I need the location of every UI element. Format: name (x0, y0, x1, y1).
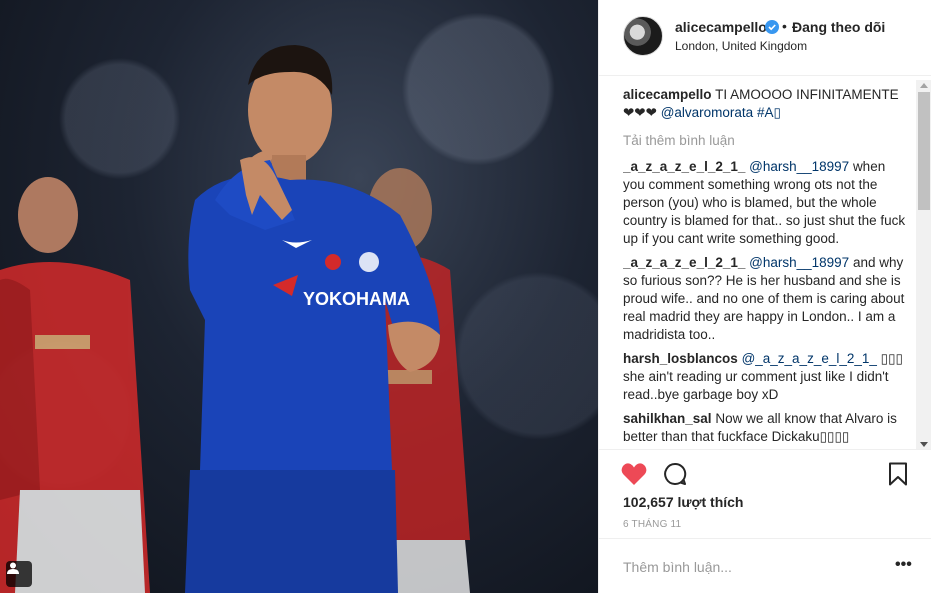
heart-icon[interactable] (621, 462, 647, 486)
verified-badge-icon (765, 20, 779, 34)
post-date[interactable]: 6 THÁNG 11 (623, 519, 681, 530)
post-sidebar: alicecampello • Đang theo dõi London, Un… (598, 0, 931, 593)
comment-mention[interactable]: @_a_z_a_z_e_l_2_1_ (742, 351, 877, 366)
comments-scrollbar[interactable] (916, 80, 931, 450)
caption-mention[interactable]: @alvaromorata (661, 105, 754, 120)
author-username[interactable]: alicecampello (675, 19, 767, 35)
post-photo[interactable]: YOKOHAMA (0, 0, 598, 593)
post-header: alicecampello • Đang theo dõi London, Un… (599, 0, 931, 76)
comment-username[interactable]: _a_z_a_z_e_l_2_1_ (623, 159, 745, 174)
likes-count[interactable]: 102,657 lượt thích (623, 494, 743, 510)
comment-username[interactable]: harsh_losblancos (623, 351, 738, 366)
post-location[interactable]: London, United Kingdom (675, 39, 807, 53)
comment-input[interactable] (623, 557, 873, 577)
caption: alicecampello TI AMOOOO INFINITAMENTE ❤❤… (623, 86, 909, 122)
comment-item: harsh_losblancos @_a_z_a_z_e_l_2_1_ ▯▯▯ … (623, 350, 909, 404)
follow-status-button[interactable]: Đang theo dõi (792, 19, 885, 35)
bookmark-icon[interactable] (888, 462, 908, 486)
caption-hashtag[interactable]: #A▯ (757, 105, 781, 120)
comment-item: _a_z_a_z_e_l_2_1_ @harsh__18997 when you… (623, 158, 909, 248)
more-options-icon[interactable]: ••• (895, 556, 912, 574)
add-comment-bar: ••• (599, 538, 931, 593)
comment-username[interactable]: _a_z_a_z_e_l_2_1_ (623, 255, 745, 270)
scroll-down-arrow-icon[interactable] (920, 442, 928, 447)
scroll-up-arrow-icon[interactable] (920, 83, 928, 88)
post-actions (599, 449, 931, 499)
caption-username[interactable]: alicecampello (623, 87, 712, 102)
comment-item: sahilkhan_sal Now we all know that Alvar… (623, 410, 909, 446)
user-tag-icon (7, 562, 19, 574)
comment-username[interactable]: sahilkhan_sal (623, 411, 712, 426)
comment-mention[interactable]: @harsh__18997 (749, 159, 849, 174)
comments-list: alicecampello TI AMOOOO INFINITAMENTE ❤❤… (623, 86, 909, 448)
load-more-comments[interactable]: Tải thêm bình luận (623, 132, 909, 150)
left-player-figure (0, 177, 150, 593)
comment-mention[interactable]: @harsh__18997 (749, 255, 849, 270)
scrollbar-thumb[interactable] (918, 92, 930, 210)
sponsor-text: YOKOHAMA (303, 289, 410, 309)
user-tag-button[interactable] (6, 561, 32, 587)
photo-scene: YOKOHAMA (0, 45, 470, 593)
separator-dot: • (782, 18, 787, 34)
comment-bubble-icon[interactable] (663, 462, 687, 486)
avatar[interactable] (623, 16, 663, 56)
comment-item: _a_z_a_z_e_l_2_1_ @harsh__18997 and why … (623, 254, 909, 344)
